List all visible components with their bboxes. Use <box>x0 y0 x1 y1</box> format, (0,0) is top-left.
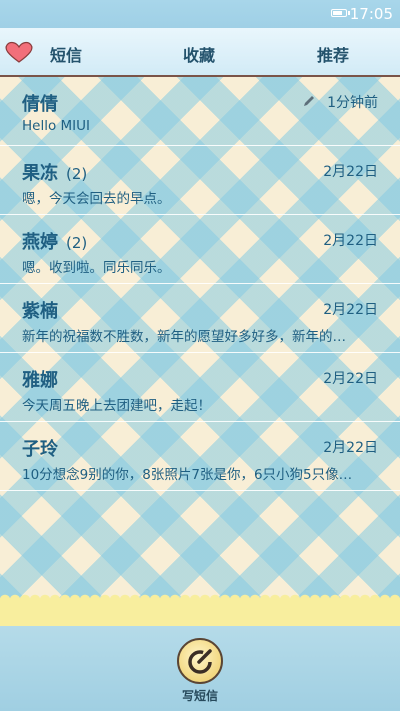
contact-name: 燕婷 (2) <box>22 232 88 253</box>
message-snippet: 新年的祝福数不胜数，新年的愿望好多好多，新年的… <box>22 329 346 345</box>
contact-name: 紫楠 <box>22 301 58 322</box>
conversation-row[interactable]: 子玲 2月22日 10分想念9别的你，8张照片7张是你，6只小狗5只像… <box>0 422 400 491</box>
message-time: 2月22日 <box>323 164 378 180</box>
compose-label: 写短信 <box>181 689 218 703</box>
message-snippet: 嗯，今天会回去的早点。 <box>22 191 171 207</box>
contact-name: 果冻 (2) <box>22 163 88 184</box>
conversation-list: 倩倩 1分钟前 Hello MIUI 果冻 (2) 2月22日 嗯，今天会回去的早… <box>0 77 400 613</box>
heart-icon <box>5 41 33 63</box>
tab-bar: 短信 收藏 推荐 <box>0 28 400 77</box>
tab-recommended[interactable]: 推荐 <box>317 42 349 66</box>
tab-messages[interactable]: 短信 <box>50 42 82 66</box>
tab-favorites[interactable]: 收藏 <box>183 42 215 66</box>
contact-name: 倩倩 <box>22 94 58 115</box>
message-snippet: 嗯。收到啦。同乐同乐。 <box>22 260 171 276</box>
conversation-row[interactable]: 紫楠 2月22日 新年的祝福数不胜数，新年的愿望好多好多，新年的… <box>0 284 400 353</box>
status-time: 17:05 <box>349 5 393 23</box>
conversation-row[interactable]: 倩倩 1分钟前 Hello MIUI <box>0 77 400 146</box>
pencil-icon <box>304 96 314 106</box>
message-time: 2月22日 <box>323 302 378 318</box>
message-time: 2月22日 <box>323 440 378 456</box>
compose-button[interactable] <box>177 638 223 684</box>
conversation-row[interactable]: 雅娜 2月22日 今天周五晚上去团建吧，走起！ <box>0 353 400 422</box>
conversation-row[interactable]: 燕婷 (2) 2月22日 嗯。收到啦。同乐同乐。 <box>0 215 400 284</box>
contact-name: 子玲 <box>22 439 58 460</box>
lace-border <box>0 592 400 626</box>
message-time: 2月22日 <box>323 233 378 249</box>
contact-name: 雅娜 <box>22 370 58 391</box>
message-time: 1分钟前 <box>327 95 378 111</box>
compose-icon <box>188 649 212 674</box>
message-snippet: 今天周五晚上去团建吧，走起！ <box>22 398 211 414</box>
message-snippet: Hello MIUI <box>22 118 91 134</box>
message-time: 2月22日 <box>323 371 378 387</box>
status-bar: 17:05 <box>0 0 400 28</box>
battery-icon <box>331 9 350 17</box>
conversation-row[interactable]: 果冻 (2) 2月22日 嗯，今天会回去的早点。 <box>0 146 400 215</box>
message-snippet: 10分想念9别的你，8张照片7张是你，6只小狗5只像… <box>22 467 353 483</box>
